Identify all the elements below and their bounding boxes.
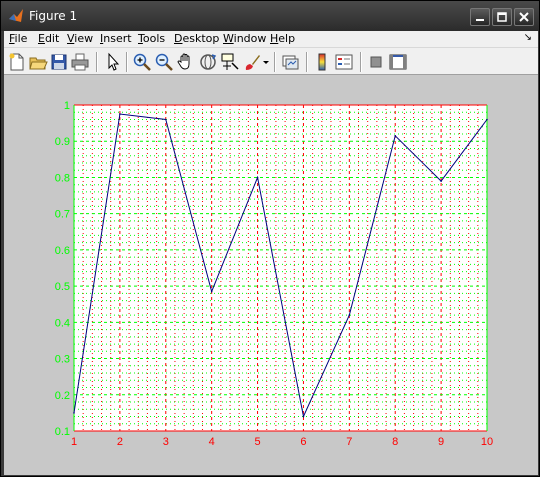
menu-label-rest: ools	[142, 32, 166, 45]
toolbar-separator	[360, 52, 362, 72]
x-tick-label: 3	[163, 436, 169, 448]
menu-view[interactable]: View	[67, 32, 93, 45]
x-tick-label: 1	[71, 436, 77, 448]
data-point	[394, 134, 397, 137]
toolbar-separator	[306, 52, 308, 72]
save-icon[interactable]	[49, 52, 69, 72]
axes-background	[74, 105, 487, 431]
data-point	[119, 113, 121, 115]
y-tick-label: 0.3	[55, 354, 70, 366]
data-point	[348, 314, 351, 316]
plot-axes[interactable]: 1 2 3 4 5 6 7 8 9 10 0.1 0.2 0.3 0.4 0.5 0.6 0.7 0.8 0.9 1	[4, 75, 538, 475]
menu-label-rest: esktop	[182, 32, 220, 45]
menu-file[interactable]: File	[9, 32, 27, 45]
y-tick-label: 0.6	[55, 245, 70, 257]
minimize-icon	[476, 19, 484, 21]
menu-label-rest: elp	[278, 32, 296, 45]
menu-label-rest: indow	[233, 32, 267, 45]
y-tick-label: 1	[64, 100, 70, 112]
y-tick-label: 0.2	[55, 390, 70, 402]
maximize-icon	[497, 12, 507, 22]
figure-canvas[interactable]: 1 2 3 4 5 6 7 8 9 10 0.1 0.2 0.3 0.4 0.5 0.6 0.7 0.8 0.9 1	[4, 75, 538, 475]
menu-label-rest: iew	[74, 32, 94, 45]
edit-plot-arrow-icon[interactable]	[103, 52, 123, 72]
menu-bar: File Edit View Insert Tools Desktop Window Help…	[4, 31, 538, 47]
x-tick-label: 2	[117, 436, 123, 448]
data-point	[302, 415, 305, 418]
menu-label-rest: nsert	[103, 32, 132, 45]
toolbar-separator	[126, 52, 128, 72]
data-point	[256, 176, 259, 179]
data-point	[73, 412, 75, 414]
dock-figure-icon[interactable]: ↘	[524, 32, 532, 43]
x-tick-label: 10	[481, 436, 493, 448]
x-tick-label: 8	[392, 436, 398, 448]
window-title: Figure 1	[29, 9, 78, 23]
y-tick-label: 0.1	[55, 426, 70, 438]
menu-tools[interactable]: Tools	[138, 32, 165, 45]
toolbar-separator	[274, 52, 276, 72]
x-tick-label: 7	[346, 436, 352, 448]
data-point	[164, 118, 167, 121]
open-file-icon[interactable]	[28, 52, 48, 72]
data-cursor-icon[interactable]	[220, 52, 240, 72]
x-tick-label: 5	[254, 436, 260, 448]
minimize-button[interactable]	[470, 8, 490, 26]
show-plot-tools-icon[interactable]	[388, 52, 408, 72]
hide-plot-tools-icon[interactable]	[366, 52, 386, 72]
legend-icon[interactable]	[334, 52, 354, 72]
x-tick-label: 6	[300, 436, 306, 448]
y-tick-label: 0.9	[55, 136, 70, 148]
y-tick-label: 0.4	[55, 317, 70, 329]
matlab-logo-icon	[9, 9, 23, 22]
rotate-3d-icon[interactable]	[198, 52, 218, 72]
figure-window: Figure 1 File Edit View Insert Tools Desktop W…	[0, 0, 540, 477]
data-point	[486, 118, 488, 121]
menu-label-rest: dit	[44, 32, 60, 45]
menu-desktop[interactable]: Desktop	[174, 32, 219, 45]
title-bar[interactable]: Figure 1	[1, 1, 539, 31]
menu-insert[interactable]: Insert	[100, 32, 132, 45]
menu-label-rest: ile	[14, 32, 28, 45]
zoom-in-icon[interactable]	[132, 52, 152, 72]
menu-accelerator-key: E	[38, 32, 45, 45]
figure-toolbar	[4, 47, 538, 75]
toolbar-separator	[96, 52, 98, 72]
menu-accelerator-key: W	[223, 32, 234, 45]
new-figure-icon[interactable]	[7, 52, 27, 72]
zoom-out-icon[interactable]	[154, 52, 174, 72]
pan-hand-icon[interactable]	[176, 52, 196, 72]
x-tick-label: 4	[209, 436, 215, 448]
y-tick-label: 0.5	[55, 281, 70, 293]
maximize-button[interactable]	[492, 8, 512, 26]
menu-edit[interactable]: Edit	[38, 32, 59, 45]
colorbar-icon[interactable]	[312, 52, 332, 72]
link-plot-icon[interactable]	[280, 52, 300, 72]
brush-icon[interactable]	[242, 52, 262, 72]
brush-dropdown-icon[interactable]	[262, 52, 270, 72]
data-point	[210, 290, 213, 293]
y-tick-label: 0.8	[55, 172, 70, 184]
menu-help[interactable]: Help	[270, 32, 295, 45]
close-icon	[519, 12, 529, 22]
close-button[interactable]	[514, 8, 534, 26]
print-icon[interactable]	[70, 52, 90, 72]
y-tick-label: 0.7	[55, 209, 70, 221]
menu-window[interactable]: Window	[223, 32, 266, 45]
data-point	[440, 180, 442, 182]
x-tick-label: 9	[438, 436, 444, 448]
